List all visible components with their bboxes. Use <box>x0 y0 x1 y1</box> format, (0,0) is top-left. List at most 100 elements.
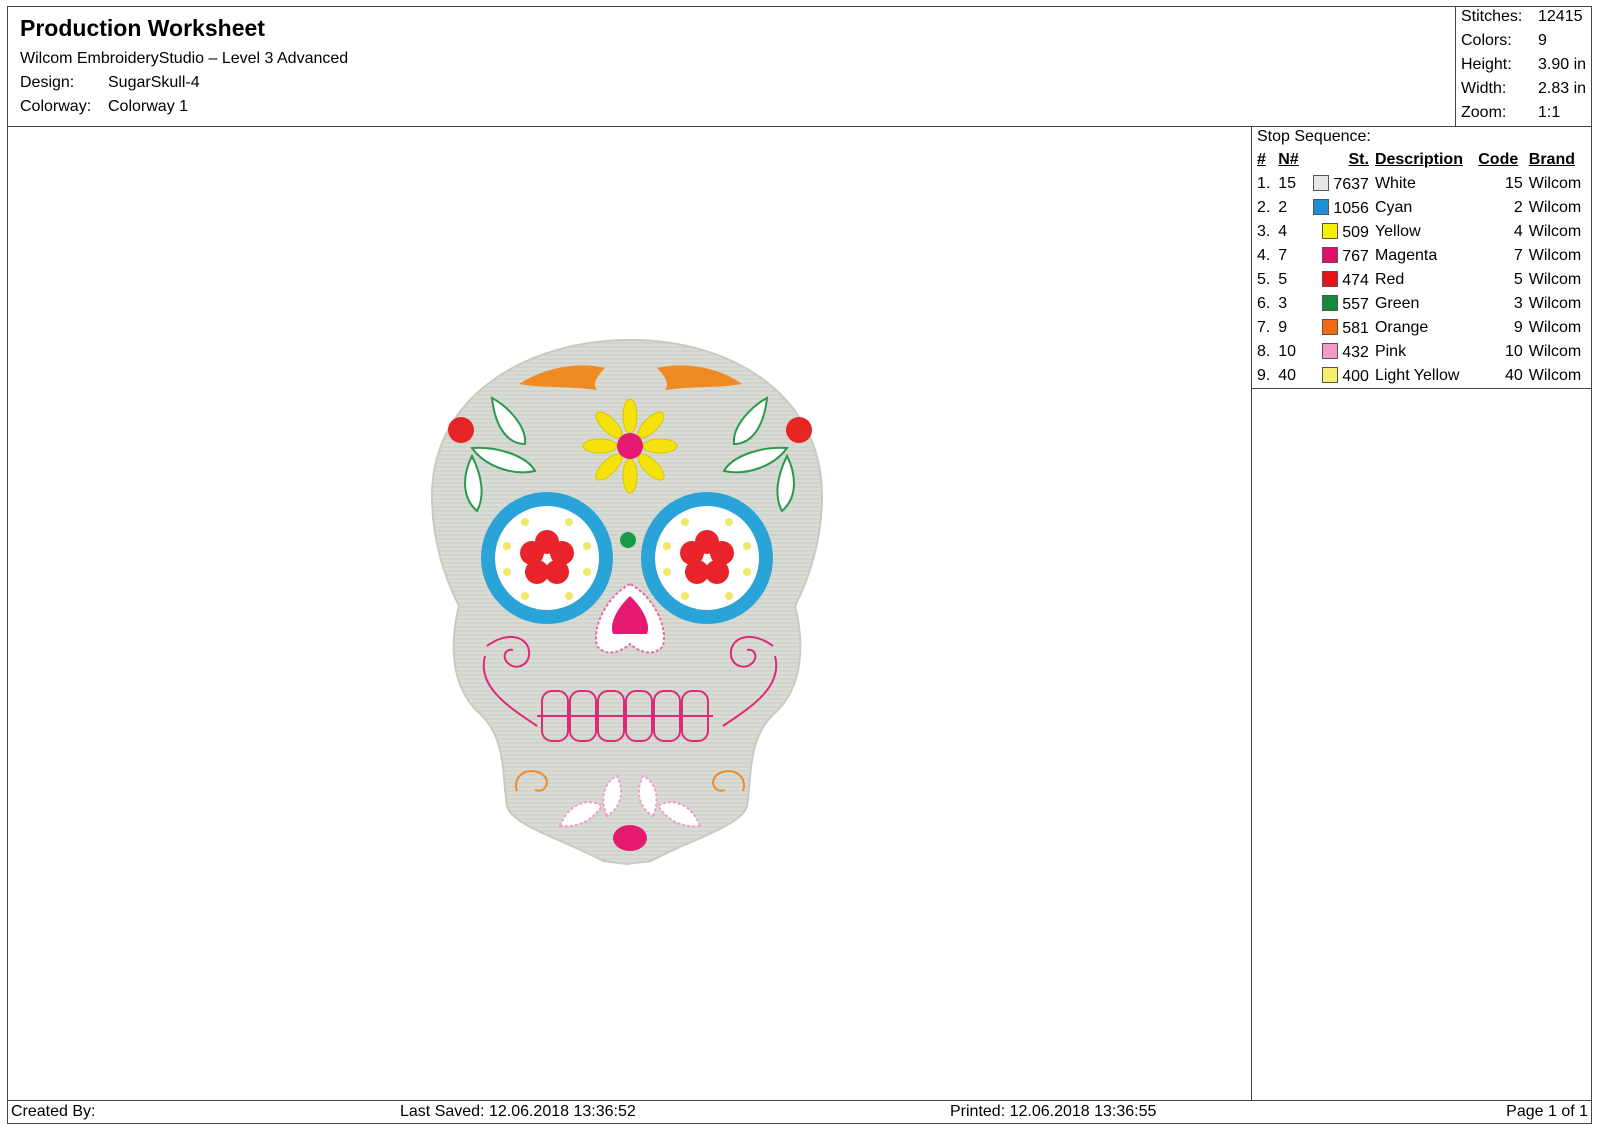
stitch-count: 432 <box>1342 343 1369 361</box>
stitch-count: 7637 <box>1333 175 1369 193</box>
row-brand: Wilcom <box>1528 295 1582 312</box>
worksheet-footer: Created By: Last Saved: 12.06.2018 13:36… <box>7 1100 1592 1125</box>
color-swatch <box>1322 318 1339 335</box>
row-code: 4 <box>1513 223 1523 240</box>
row-stitches: 767 <box>1304 244 1372 268</box>
magenta-chin-dot <box>613 825 647 851</box>
col-header-brand: Brand <box>1528 151 1575 168</box>
left-eye <box>481 492 613 624</box>
stitch-count: 581 <box>1342 319 1369 337</box>
color-swatch <box>1322 270 1339 287</box>
color-swatch <box>1322 342 1339 359</box>
col-header-needle: N# <box>1278 151 1299 168</box>
table-row: 5. 5 474 Red 5 Wilcom <box>1254 268 1590 292</box>
stat-value: 3.90 in <box>1538 56 1587 73</box>
row-brand: Wilcom <box>1528 367 1582 384</box>
table-row: 1. 15 7637 White 15 Wilcom <box>1254 172 1590 196</box>
row-stitches: 474 <box>1304 268 1372 292</box>
colorway-row: Colorway: Colorway 1 <box>20 98 188 116</box>
row-description: Red <box>1374 271 1405 288</box>
worksheet-header: Production Worksheet Wilcom EmbroiderySt… <box>7 6 1592 127</box>
stop-sequence-title: Stop Sequence: <box>1257 128 1371 145</box>
row-index: 9. <box>1257 367 1271 384</box>
row-brand: Wilcom <box>1528 271 1582 288</box>
color-swatch <box>1313 174 1330 191</box>
page-number: Page 1 of 1 <box>1506 1103 1588 1120</box>
last-saved: Last Saved: 12.06.2018 13:36:52 <box>400 1103 636 1120</box>
stat-label: Zoom: <box>1461 104 1507 121</box>
row-index: 8. <box>1257 343 1271 360</box>
row-needle: 5 <box>1278 271 1288 288</box>
row-stitches: 7637 <box>1304 172 1372 196</box>
row-description: Yellow <box>1374 223 1421 240</box>
page-title: Production Worksheet <box>20 15 265 41</box>
col-header-description: Description <box>1374 151 1463 168</box>
row-index: 6. <box>1257 295 1271 312</box>
color-swatch <box>1322 222 1339 239</box>
row-code: 10 <box>1504 343 1523 360</box>
stat-value: 1:1 <box>1538 104 1561 121</box>
row-brand: Wilcom <box>1528 343 1582 360</box>
row-needle: 40 <box>1278 367 1297 384</box>
row-code: 15 <box>1504 175 1523 192</box>
row-description: Green <box>1374 295 1420 312</box>
table-header-row: # N# St. Description Code Brand <box>1254 148 1590 172</box>
stat-label: Height: <box>1461 56 1512 73</box>
row-stitches: 581 <box>1304 316 1372 340</box>
row-needle: 10 <box>1278 343 1297 360</box>
col-header-index: # <box>1257 151 1266 168</box>
design-row: Design: SugarSkull-4 <box>20 74 200 92</box>
row-index: 5. <box>1257 271 1271 288</box>
row-code: 7 <box>1513 247 1523 264</box>
row-description: Light Yellow <box>1374 367 1460 384</box>
stitch-count: 474 <box>1342 271 1369 289</box>
row-description: Pink <box>1374 343 1407 360</box>
printed-date: Printed: 12.06.2018 13:36:55 <box>950 1103 1157 1120</box>
row-description: White <box>1374 175 1416 192</box>
table-row: 9. 40 400 Light Yellow 40 Wilcom <box>1254 364 1590 388</box>
red-bud-left <box>448 417 474 443</box>
right-eye <box>641 492 773 624</box>
row-brand: Wilcom <box>1528 223 1582 240</box>
stitch-count: 400 <box>1342 367 1369 385</box>
row-needle: 7 <box>1278 247 1288 264</box>
created-by: Created By: <box>11 1103 96 1120</box>
row-needle: 2 <box>1278 199 1288 216</box>
row-code: 5 <box>1513 271 1523 288</box>
stat-label: Stitches: <box>1461 8 1523 25</box>
row-index: 7. <box>1257 319 1271 336</box>
row-brand: Wilcom <box>1528 247 1582 264</box>
stop-sequence-table: # N# St. Description Code Brand 1. 15 7637… <box>1254 148 1590 388</box>
stop-sequence-divider <box>1252 388 1592 389</box>
row-stitches: 432 <box>1304 340 1372 364</box>
stat-value: 9 <box>1538 32 1547 49</box>
design-label: Design: <box>20 74 75 91</box>
col-header-stitches: St. <box>1348 151 1369 168</box>
design-preview-canvas <box>7 126 1252 1100</box>
red-bud-right <box>786 417 812 443</box>
color-swatch <box>1322 294 1339 311</box>
row-description: Cyan <box>1374 199 1413 216</box>
stitch-count: 1056 <box>1333 199 1369 217</box>
colorway-label: Colorway: <box>20 98 92 115</box>
software-name: Wilcom EmbroideryStudio – Level 3 Advanc… <box>20 50 349 67</box>
stat-label: Colors: <box>1461 32 1512 49</box>
stat-stitches: Stitches: 12415 <box>1461 8 1583 26</box>
design-stats: Stitches: 12415 Colors: 9 Height: 3.90 in W… <box>1455 6 1592 127</box>
row-code: 3 <box>1513 295 1523 312</box>
stat-height: Height: 3.90 in <box>1461 56 1586 74</box>
color-swatch <box>1322 366 1339 383</box>
stat-value: 12415 <box>1538 8 1583 25</box>
stop-sequence-panel: Stop Sequence: # N# St. Description Code… <box>1252 126 1592 1100</box>
row-brand: Wilcom <box>1528 199 1582 216</box>
row-needle: 15 <box>1278 175 1297 192</box>
row-brand: Wilcom <box>1528 319 1582 336</box>
stat-zoom: Zoom: 1:1 <box>1461 104 1560 122</box>
color-swatch <box>1313 198 1330 215</box>
row-needle: 4 <box>1278 223 1288 240</box>
stat-label: Width: <box>1461 80 1507 97</box>
row-description: Orange <box>1374 319 1429 336</box>
stat-width: Width: 2.83 in <box>1461 80 1586 98</box>
row-index: 4. <box>1257 247 1271 264</box>
stat-colors: Colors: 9 <box>1461 32 1547 50</box>
